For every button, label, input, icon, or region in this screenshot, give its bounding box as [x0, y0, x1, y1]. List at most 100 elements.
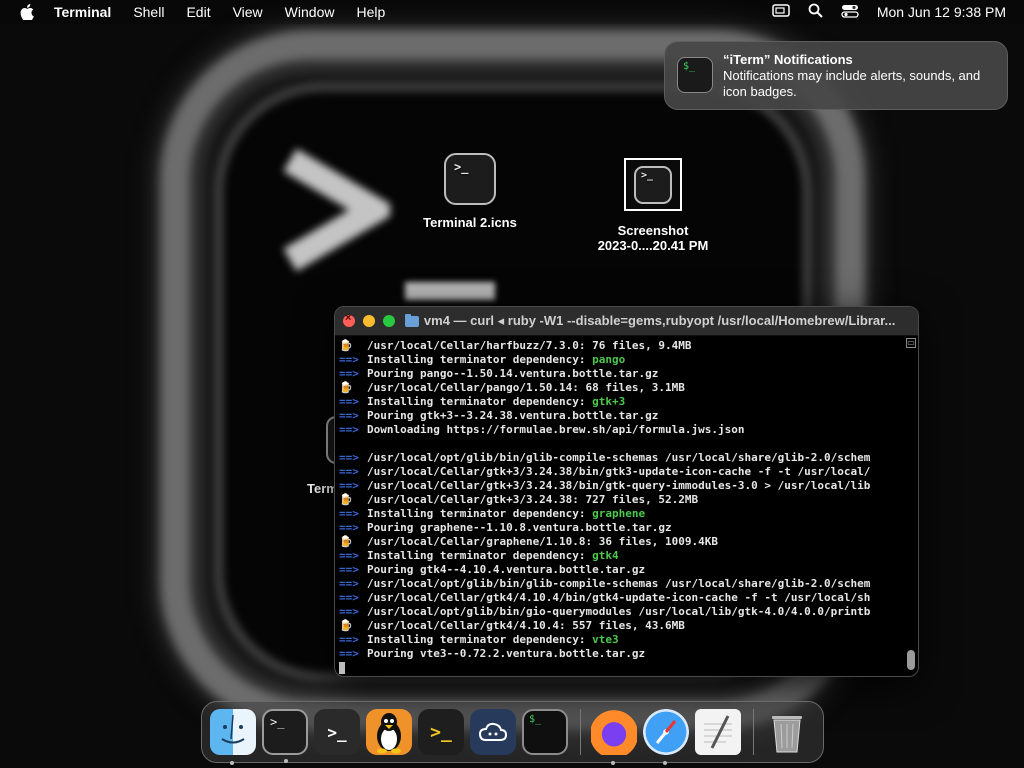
terminal-line-text: /usr/local/Cellar/graphene/1.10.8: 36 fi… [367, 535, 718, 548]
spotlight-search-icon[interactable] [808, 3, 823, 21]
menu-app-name[interactable]: Terminal [54, 0, 122, 24]
terminal-line-text: /usr/local/opt/glib/bin/glib-compile-sch… [367, 451, 871, 464]
linux-penguin-icon[interactable] [366, 709, 412, 755]
terminal-line-text: Pouring vte3--0.72.2.ventura.bottle.tar.… [367, 647, 646, 660]
control-center-icon[interactable] [841, 4, 859, 21]
trash-icon[interactable] [764, 709, 810, 755]
terminal-line: ==> Installing terminator dependency: gtk… [339, 549, 900, 563]
iterm-notification[interactable]: $_ “iTerm” Notifications Notifications m… [664, 41, 1008, 110]
terminal-line: ==> Installing terminator dependency: gra… [339, 507, 900, 521]
beer-mug-icon: 🍺 [339, 493, 353, 506]
brew-arrow-icon: ==> [339, 591, 359, 604]
dock-separator [753, 709, 754, 755]
terminal-dark-icon[interactable]: >_ [314, 709, 360, 755]
desktop-icon-label: Terminal 2.icns [423, 215, 517, 230]
beer-mug-icon: 🍺 [339, 535, 353, 548]
menu-clock[interactable]: Mon Jun 12 9:38 PM [877, 4, 1006, 20]
finder-icon[interactable] [210, 709, 256, 765]
brew-arrow-icon: ==> [339, 549, 359, 562]
desktop-icon-screenshot[interactable]: >_ Screenshot 2023-0....20.41 PM [588, 158, 718, 253]
terminal-line [339, 437, 900, 451]
terminal-icon[interactable]: >_ [262, 709, 308, 763]
notification-title: “iTerm” Notifications [723, 52, 853, 67]
terminal-line: ==> /usr/local/Cellar/gtk4/4.10.4/bin/gtk… [339, 591, 900, 605]
apple-menu-icon[interactable] [0, 4, 54, 20]
shell-prompt-icon[interactable]: >_ [418, 709, 464, 755]
terminal-line: ==> /usr/local/Cellar/gtk+3/3.24.38/bin/g… [339, 479, 900, 493]
desktop-icon-terminal-icns[interactable]: >_ Terminal 2.icns [418, 153, 522, 230]
menu-shell[interactable]: Shell [122, 0, 175, 24]
scroll-thumb[interactable] [907, 650, 915, 670]
terminal-line: ==> Pouring graphene--1.10.8.ventura.bott… [339, 521, 900, 535]
textedit-icon[interactable] [695, 709, 741, 755]
terminal-window[interactable]: vm4 — curl ◂ ruby -W1 --disable=gems,rub… [334, 306, 919, 677]
terminal-line: ==> Pouring gtk4--4.10.4.ventura.bottle.t… [339, 563, 900, 577]
screen-mirroring-icon[interactable] [772, 3, 790, 21]
terminal-line: 🍺 /usr/local/Cellar/gtk+3/3.24.38: 727 fi… [339, 493, 900, 507]
terminal-line-text: /usr/local/opt/glib/bin/gio-querymodules… [367, 605, 871, 618]
terminal-title: vm4 — curl ◂ ruby -W1 --disable=gems,rub… [423, 313, 896, 328]
iterm-icon[interactable]: $_ [522, 709, 568, 755]
dock: >_ >_ >_ $_ [201, 701, 824, 765]
terminal-package-name: pango [592, 353, 626, 366]
beer-mug-icon: 🍺 [339, 619, 353, 632]
dock-separator [580, 709, 581, 755]
terminal-line: 🍺 /usr/local/Cellar/pango/1.50.14: 68 fil… [339, 381, 900, 395]
terminal-line: 🍺 /usr/local/Cellar/graphene/1.10.8: 36 f… [339, 535, 900, 549]
brew-arrow-icon: ==> [339, 409, 359, 422]
brew-arrow-icon: ==> [339, 577, 359, 590]
menu-help[interactable]: Help [345, 0, 396, 24]
terminal-file-icon: >_ [444, 153, 496, 205]
brew-arrow-icon: ==> [339, 479, 359, 492]
terminal-scrollbar[interactable]: ▭ [906, 338, 916, 674]
menu-window[interactable]: Window [274, 0, 346, 24]
terminal-line: ==> /usr/local/opt/glib/bin/gio-querymodu… [339, 605, 900, 619]
terminal-prompt-line[interactable] [339, 661, 900, 675]
terminal-line: ==> /usr/local/Cellar/gtk+3/3.24.38/bin/g… [339, 465, 900, 479]
terminal-line: ==> Installing terminator dependency: pan… [339, 353, 900, 367]
screenshot-thumbnail-icon: >_ [624, 158, 682, 211]
terminal-line-text: /usr/local/Cellar/harfbuzz/7.3.0: 76 fil… [367, 339, 692, 352]
iterm-app-icon: $_ [677, 57, 713, 93]
terminal-output[interactable]: 🍺 /usr/local/Cellar/harfbuzz/7.3.0: 76 fi… [335, 336, 918, 676]
terminal-line: 🍺 /usr/local/Cellar/gtk4/4.10.4: 557 file… [339, 619, 900, 633]
brew-arrow-icon: ==> [339, 563, 359, 576]
terminal-line: ==> Installing terminator dependency: gtk… [339, 395, 900, 409]
safari-icon[interactable] [643, 709, 689, 765]
firefox-icon[interactable] [591, 709, 637, 765]
desktop-icon-label-2: 2023-0....20.41 PM [597, 238, 709, 253]
terminal-line-text: Installing terminator dependency: [367, 395, 593, 408]
terminal-line: ==> /usr/local/opt/glib/bin/glib-compile-… [339, 577, 900, 591]
brew-arrow-icon: ==> [339, 633, 359, 646]
cloud-app-icon[interactable] [470, 709, 516, 755]
maximize-button[interactable] [382, 315, 395, 327]
text-cursor [339, 662, 345, 674]
desktop-icon-label-1: Screenshot [617, 223, 689, 238]
terminal-line-text: Pouring graphene--1.10.8.ventura.bottle.… [367, 521, 672, 534]
terminal-line: ==> Pouring pango--1.50.14.ventura.bottle… [339, 367, 900, 381]
terminal-line-text: Installing terminator dependency: [367, 549, 593, 562]
brew-arrow-icon: ==> [339, 423, 359, 436]
terminal-line-text: /usr/local/Cellar/gtk+3/3.24.38: 727 fil… [367, 493, 699, 506]
brew-arrow-icon: ==> [339, 353, 359, 366]
terminal-line-text: Installing terminator dependency: [367, 507, 593, 520]
close-button[interactable] [343, 312, 355, 327]
terminal-line: 🍺 /usr/local/Cellar/harfbuzz/7.3.0: 76 fi… [339, 339, 900, 353]
terminal-line-text: /usr/local/Cellar/gtk+3/3.24.38/bin/gtk3… [367, 465, 871, 478]
terminal-line-text: Pouring pango--1.50.14.ventura.bottle.ta… [367, 367, 659, 380]
minimize-button[interactable] [362, 315, 375, 327]
line-gutter [339, 437, 367, 451]
menu-edit[interactable]: Edit [175, 0, 221, 24]
notification-body: Notifications may include alerts, sounds… [723, 68, 981, 99]
terminal-line: ==> /usr/local/opt/glib/bin/glib-compile-… [339, 451, 900, 465]
brew-arrow-icon: ==> [339, 395, 359, 408]
beer-mug-icon: 🍺 [339, 381, 353, 394]
menu-view[interactable]: View [222, 0, 274, 24]
brew-arrow-icon: ==> [339, 367, 359, 380]
terminal-line-text: Pouring gtk+3--3.24.38.ventura.bottle.ta… [367, 409, 659, 422]
terminal-title-bar[interactable]: vm4 — curl ◂ ruby -W1 --disable=gems,rub… [335, 307, 918, 336]
beer-mug-icon: 🍺 [339, 339, 353, 352]
scroll-split-icon[interactable]: ▭ [906, 338, 916, 348]
brew-arrow-icon: ==> [339, 465, 359, 478]
brew-arrow-icon: ==> [339, 647, 359, 660]
